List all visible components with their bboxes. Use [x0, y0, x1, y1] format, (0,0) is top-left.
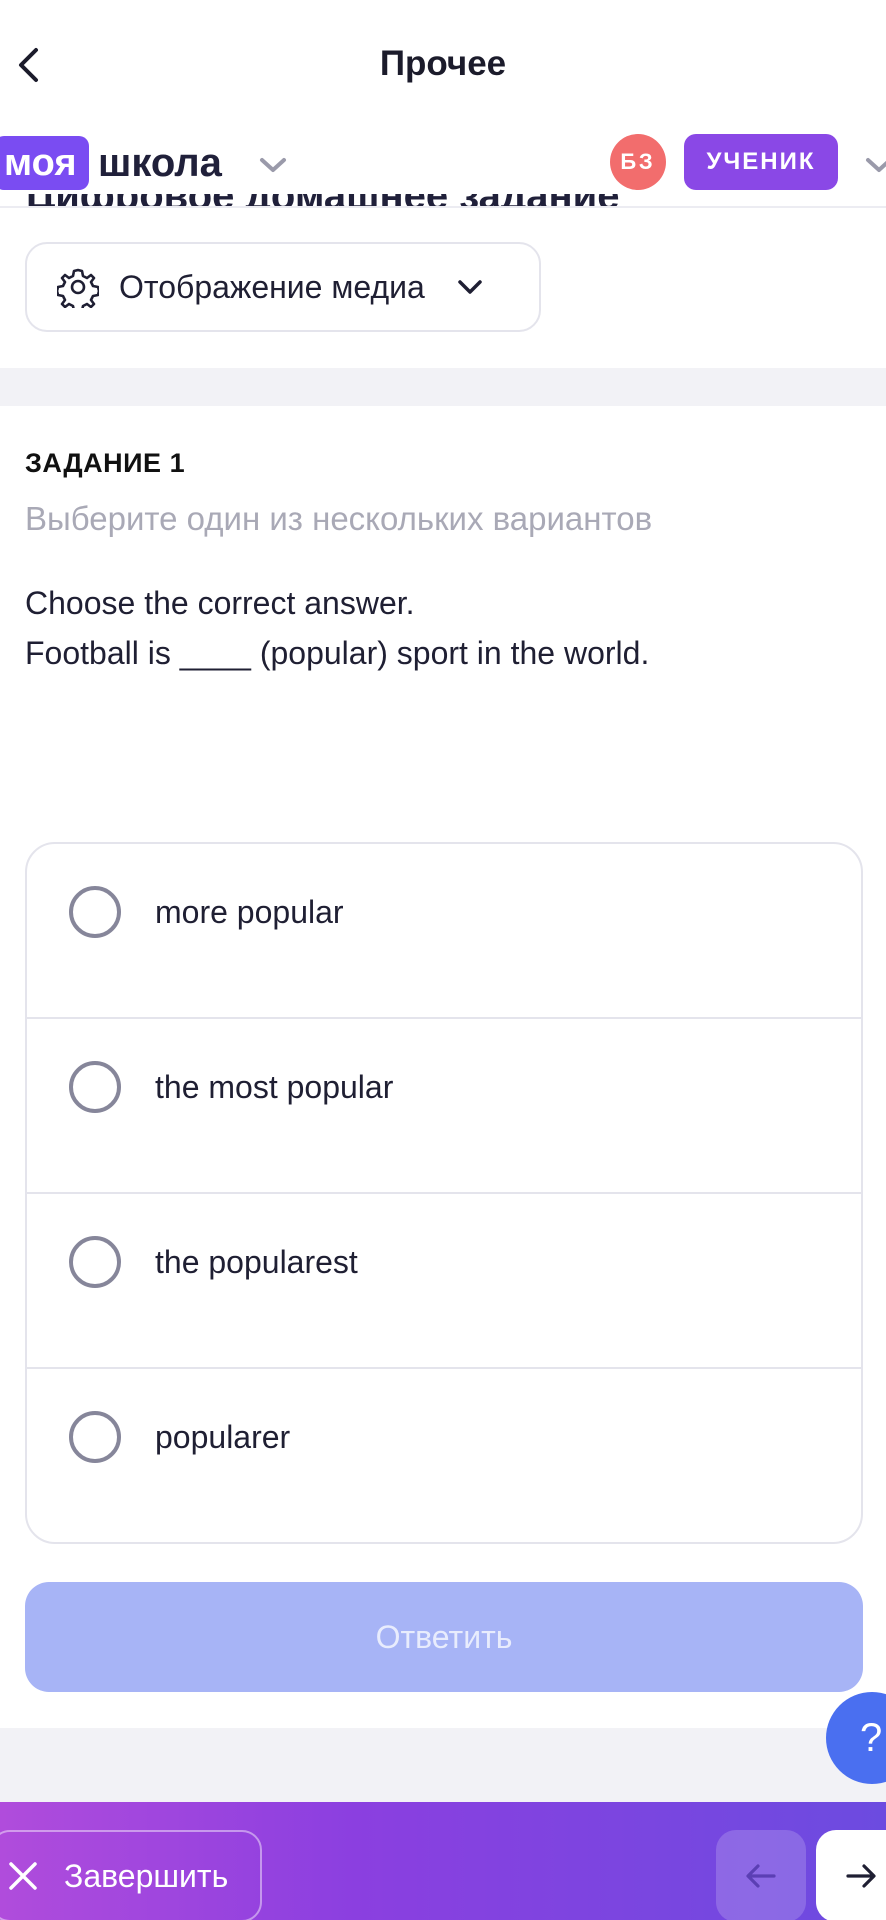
answer-option-label: more popular	[155, 894, 344, 930]
answer-option[interactable]: the most popular	[27, 1019, 861, 1194]
arrow-right-icon	[846, 1864, 876, 1888]
brand-logo-badge[interactable]: моя	[0, 136, 89, 190]
bottom-spacer	[0, 1728, 886, 1802]
task-card: ЗАДАНИЕ 1 Выберите один из нескольких ва…	[0, 406, 886, 1728]
answer-option-label: the most popular	[155, 1069, 394, 1105]
radio-button[interactable]	[69, 1411, 121, 1463]
brand-logo-name[interactable]: школа	[98, 136, 222, 190]
section-divider	[0, 368, 886, 406]
task-number: ЗАДАНИЕ 1	[25, 448, 186, 478]
radio-button[interactable]	[69, 1061, 121, 1113]
submit-answer-button[interactable]: Ответить	[25, 1582, 863, 1692]
task-instruction: Choose the correct answer.	[25, 585, 415, 621]
chevron-down-icon	[458, 280, 482, 294]
avatar[interactable]: БЗ	[610, 134, 666, 190]
answer-options-list: more popular the most popular the popula…	[25, 842, 863, 1544]
radio-button[interactable]	[69, 1236, 121, 1288]
school-bar: Цифровое домашнее задание моя школа БЗ У…	[0, 134, 886, 208]
answer-option[interactable]: more popular	[27, 844, 861, 1019]
close-icon	[9, 1862, 37, 1890]
page-title: Прочее	[379, 44, 507, 83]
next-task-button[interactable]	[816, 1830, 886, 1920]
answer-option[interactable]: the popularest	[27, 1194, 861, 1369]
finish-button[interactable]: Завершить	[0, 1830, 262, 1920]
gear-icon	[57, 268, 99, 308]
finish-button-label: Завершить	[64, 1857, 229, 1894]
answer-option[interactable]: popularer	[27, 1369, 861, 1542]
chevron-down-icon[interactable]	[862, 148, 886, 182]
answer-option-label: popularer	[155, 1419, 291, 1455]
role-badge[interactable]: УЧЕНИК	[684, 134, 838, 190]
media-display-dropdown[interactable]: Отображение медиа	[25, 242, 541, 332]
bottom-action-bar: Завершить	[0, 1802, 886, 1920]
radio-button[interactable]	[69, 886, 121, 938]
media-display-label: Отображение медиа	[119, 268, 425, 305]
answer-option-label: the popularest	[155, 1244, 358, 1280]
chevron-down-icon[interactable]	[256, 148, 290, 182]
task-hint: Выберите один из нескольких вариантов	[25, 500, 653, 537]
media-settings-area: Отображение медиа	[0, 208, 886, 368]
top-navigation-bar: Прочее	[0, 0, 886, 134]
task-sentence: Football is ____ (popular) sport in the …	[25, 635, 650, 671]
arrow-left-icon	[746, 1864, 776, 1888]
task-text: Choose the correct answer. Football is _…	[25, 578, 649, 678]
previous-task-button[interactable]	[716, 1830, 806, 1920]
